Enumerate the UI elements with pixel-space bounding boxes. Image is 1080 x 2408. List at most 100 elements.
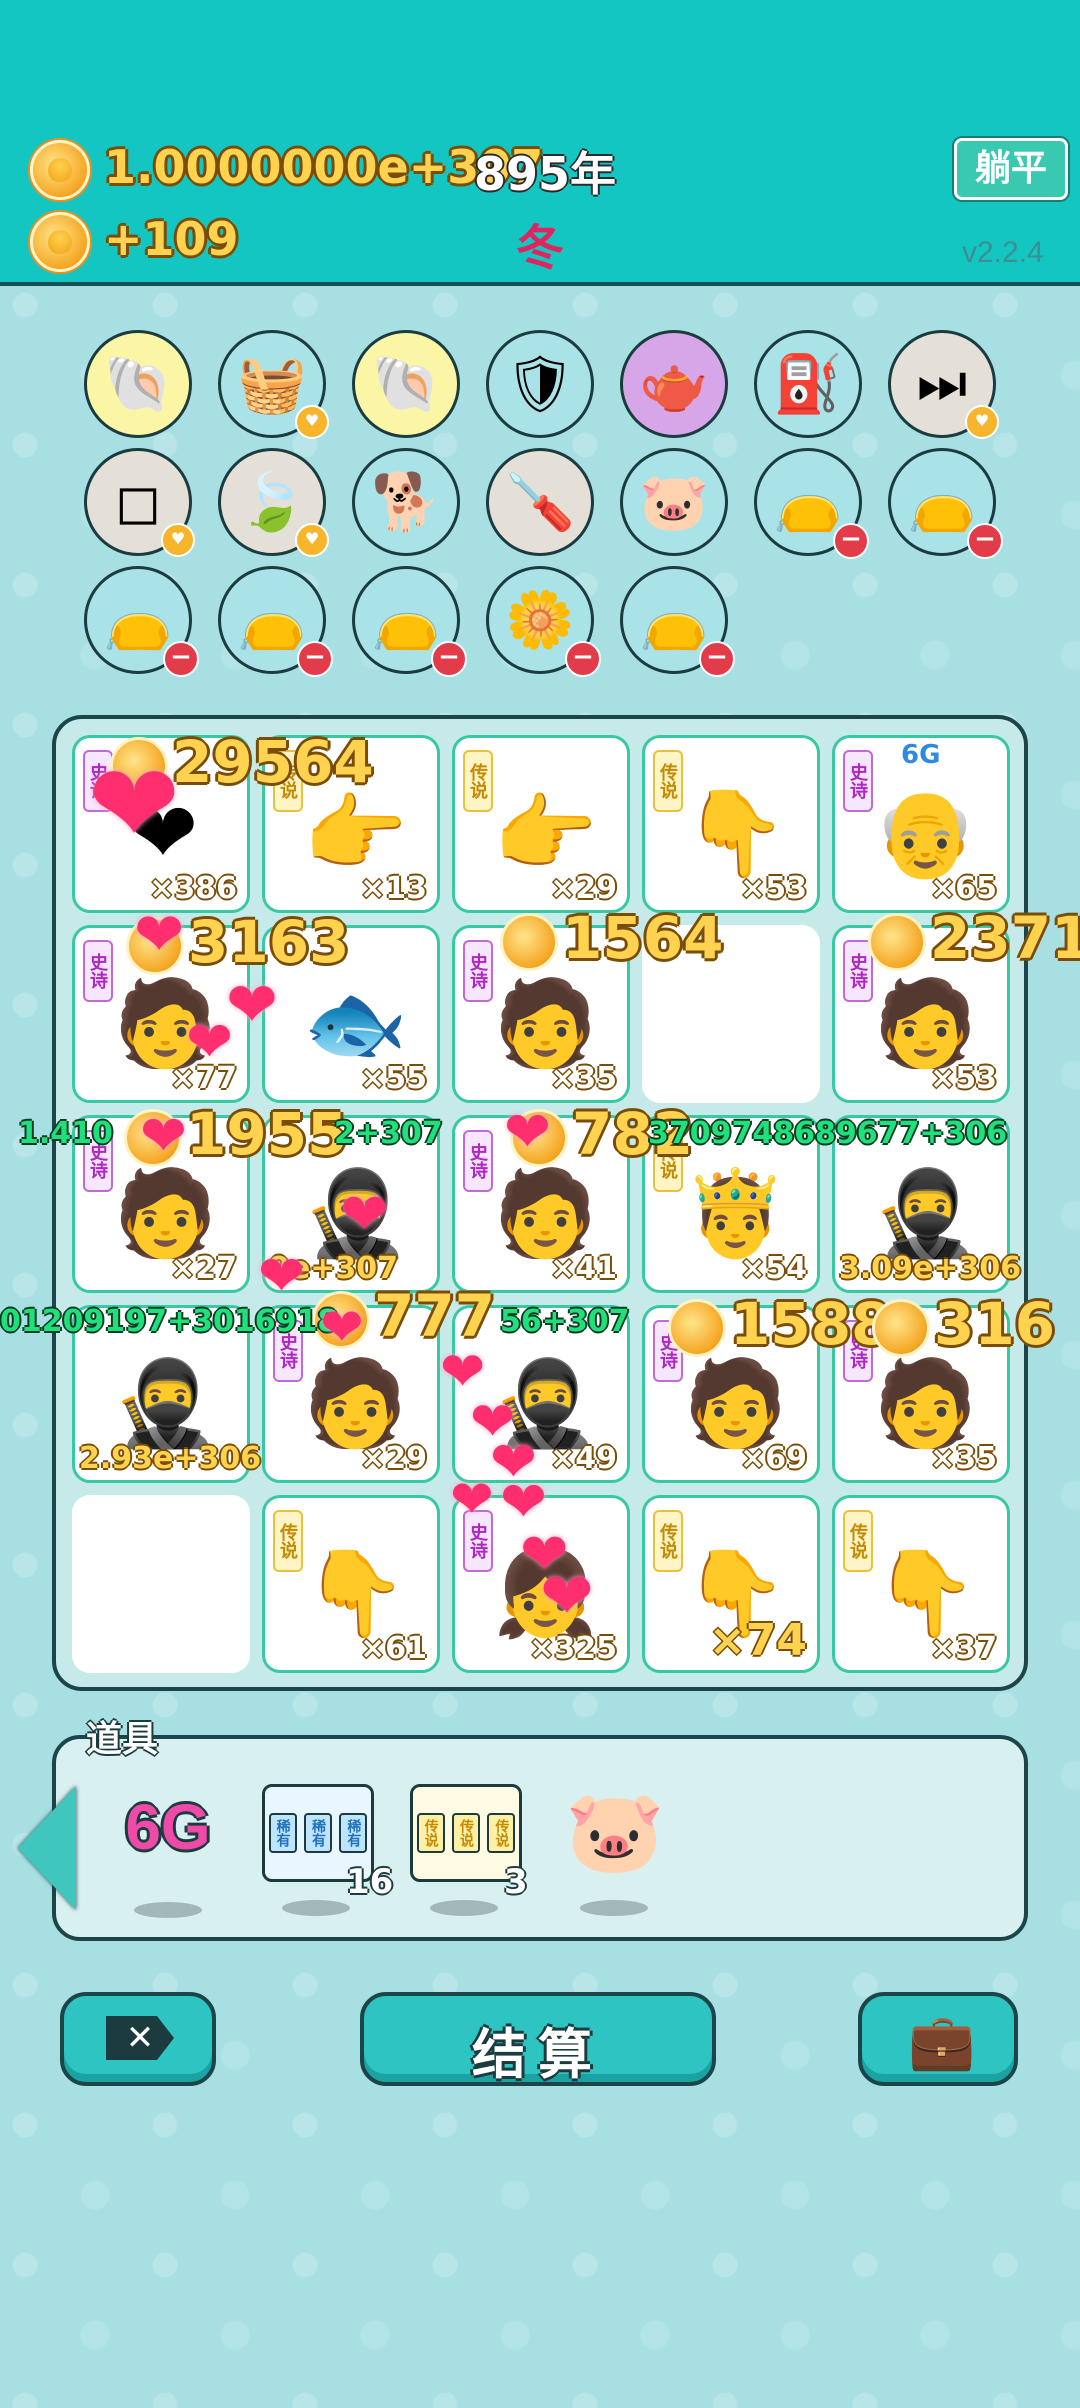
coin-gain-value: 316 — [934, 1290, 1056, 1358]
heart-badge-icon: ♥ — [295, 405, 329, 439]
cell-count: ×35 — [550, 1061, 617, 1096]
heart-icon: ❤ — [504, 1100, 551, 1165]
settle-button[interactable]: 结算 — [360, 1992, 716, 2086]
dog-sunglasses-icon: 🐕 — [371, 470, 441, 535]
settle-label: 结算 — [472, 2023, 604, 2086]
board-cell[interactable]: 👇 传说 ×37 — [832, 1495, 1010, 1673]
cell-count: ×49 — [550, 1441, 617, 1476]
sack-icon: 👝 — [639, 588, 709, 653]
briefcase-icon: 💼 — [908, 2010, 976, 2073]
item-slot-bike-pump-icon[interactable]: ⛽ — [754, 330, 862, 438]
card-label: 传说 — [487, 1813, 516, 1853]
item-slot-leaf-icon[interactable]: 🍃 ♥ — [218, 448, 329, 557]
cell-count: 3.09e+306 — [839, 1251, 1022, 1286]
rarity-tag: 史诗 — [83, 940, 113, 1002]
cell-count: ×41 — [550, 1251, 617, 1286]
item-slot-shell-icon[interactable]: 🐚 — [352, 330, 460, 438]
lie-flat-button[interactable]: 躺平 — [954, 138, 1068, 200]
prop-shadow — [580, 1900, 648, 1916]
cell-count: ×54 — [740, 1251, 807, 1286]
item-slot-sack-icon[interactable]: 👝 − — [352, 566, 467, 677]
coin-icon — [868, 912, 926, 971]
remove-badge-icon: − — [565, 641, 601, 677]
prop-shadow — [282, 1900, 350, 1916]
item-slot-sack-icon[interactable]: 👝 − — [754, 448, 869, 559]
sugar-cubes-icon: ◻ — [114, 469, 162, 535]
rarity-tag: 传说 — [653, 750, 683, 812]
cell-count: ×27 — [170, 1251, 237, 1286]
board-cell[interactable] — [72, 1495, 250, 1673]
value-popup: 3709748689677+306 — [648, 1116, 1008, 1151]
item-slot-shield-wrench-icon[interactable]: 🛡 — [486, 330, 594, 438]
coin-gain-popup: 1588 — [668, 1290, 891, 1358]
prop-6g[interactable]: 6G — [108, 1790, 228, 1918]
heart-icon: ❤ — [258, 1244, 305, 1309]
item-slot-sugar-cubes-icon[interactable]: ◻ ♥ — [84, 448, 195, 557]
rarity-tag: 史诗 — [463, 1130, 493, 1192]
item-slot-sack-icon[interactable]: 👝 − — [84, 566, 199, 677]
prop-legend-cards[interactable]: 传说 传说 传说 3 — [410, 1784, 528, 1916]
cell-top-label: 6G — [901, 740, 941, 770]
rarity-tag: 传说 — [843, 1510, 873, 1572]
coin-icon — [30, 140, 90, 200]
skip-icon: ⏭ — [916, 351, 968, 416]
cancel-button[interactable]: ✕ — [60, 1992, 216, 2086]
board-cell[interactable]: 👉 传说 ×29 — [452, 735, 630, 913]
prop-piggy-bank[interactable]: 🐷 — [560, 1784, 670, 1916]
year-label: 895年 — [474, 147, 617, 201]
heart-icon: ❤ — [540, 1560, 594, 1634]
gravy-boat-icon: 🫖 — [639, 352, 709, 417]
item-slot-fruit-basket-icon[interactable]: 🧺 ♥ — [218, 330, 329, 439]
item-slot-shell-icon[interactable]: 🐚 — [84, 330, 192, 438]
sack-icon: 👝 — [237, 588, 307, 653]
board-cell[interactable]: 👇 传说 ×61 — [262, 1495, 440, 1673]
screwdriver-icon: 🪛 — [505, 470, 575, 535]
rarity-tag: 史诗 — [463, 940, 493, 1002]
item-slot-flower-pot-icon[interactable]: 🌼 − — [486, 566, 601, 677]
heart-icon: ❤ — [450, 1470, 494, 1530]
heart-icon: ❤ — [134, 900, 185, 970]
cell-count: ×53 — [740, 871, 807, 906]
coin-gain-value: 1588 — [730, 1290, 892, 1358]
item-slot-sack-icon[interactable]: 👝 − — [888, 448, 1003, 559]
item-slot-sack-icon[interactable]: 👝 − — [620, 566, 735, 677]
piggy-bank-icon: 🐷 — [639, 470, 709, 535]
board-cell[interactable]: 👴 6G 史诗 ×65 — [832, 735, 1010, 913]
remove-badge-icon: − — [431, 641, 467, 677]
cell-count: ×55 — [360, 1061, 427, 1096]
cell-count: 2.93e+306 — [79, 1441, 262, 1476]
board-cell[interactable]: 👇 传说 ×53 — [642, 735, 820, 913]
value-popup: 1.410 — [18, 1116, 113, 1151]
rarity-tag: 传说 — [653, 1510, 683, 1572]
item-slot-skip-icon[interactable]: ⏭ ♥ — [888, 330, 999, 439]
item-slot-piggy-bank-icon[interactable]: 🐷 — [620, 448, 728, 556]
props-prev-arrow-icon[interactable] — [18, 1786, 76, 1910]
item-slot-gravy-boat-icon[interactable]: 🫖 — [620, 330, 728, 438]
item-slot-dog-sunglasses-icon[interactable]: 🐕 — [352, 448, 460, 556]
shell-icon: 🐚 — [371, 352, 441, 417]
value-popup: 01209197+3016918 — [0, 1304, 339, 1339]
sack-icon: 👝 — [773, 470, 843, 535]
season-label: 冬 — [516, 220, 565, 276]
prop-epic-cards[interactable]: 稀有 稀有 稀有 16 — [262, 1784, 393, 1916]
coin-icon — [668, 1298, 726, 1357]
prop-shadow — [134, 1902, 202, 1918]
cell-count: ×13 — [360, 871, 427, 906]
inventory-button[interactable]: 💼 — [858, 1992, 1018, 2086]
prop-count: 3 — [504, 1862, 528, 1902]
rarity-tag: 传说 — [463, 750, 493, 812]
item-slot-sack-icon[interactable]: 👝 − — [218, 566, 333, 677]
sack-icon: 👝 — [907, 470, 977, 535]
cell-count: ×325 — [529, 1631, 617, 1666]
heart-badge-icon: ♥ — [295, 523, 329, 557]
item-slot-screwdriver-icon[interactable]: 🪛 — [486, 448, 594, 556]
remove-badge-icon: − — [833, 523, 869, 559]
coin-gain-popup: 316 — [872, 1290, 1055, 1358]
board-cell[interactable]: 👇 传说 ×74 — [642, 1495, 820, 1673]
coin-gain-popup: 2371 — [868, 904, 1080, 972]
fruit-basket-icon: 🧺 — [237, 352, 307, 417]
coins-rate: +109 — [104, 212, 239, 266]
cell-count: ×29 — [550, 871, 617, 906]
remove-badge-icon: − — [163, 641, 199, 677]
prop-count: 16 — [346, 1862, 394, 1902]
